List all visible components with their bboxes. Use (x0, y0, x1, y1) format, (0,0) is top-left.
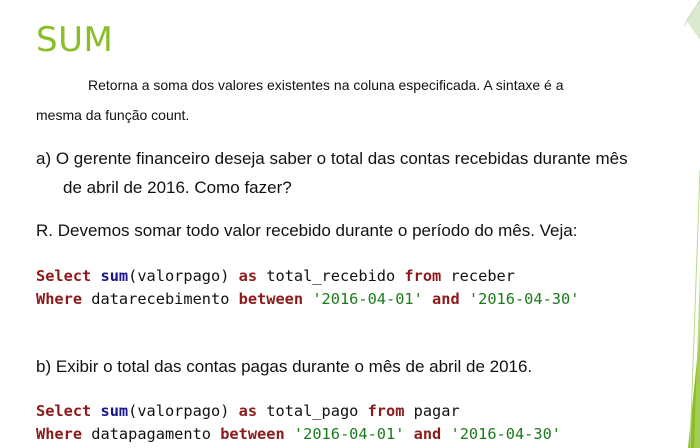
question-a-line-2: de abril de 2016. Como fazer? (63, 178, 292, 197)
answer-a: R. Devemos somar todo valor recebido dur… (36, 221, 578, 240)
question-b-marker: b) (36, 357, 52, 376)
sql-string-end-date: '2016-04-30' (468, 290, 580, 308)
question-b: b) Exibir o total das contas pagas duran… (36, 352, 532, 381)
intro-paragraph: Retorna a soma dos valores existentes na… (36, 70, 676, 130)
sql-keyword-select: Select (36, 402, 92, 420)
sql-column: datarecebimento (82, 290, 239, 308)
sql-keyword-between: between (238, 290, 304, 308)
sql-code-block-b: Select sum(valorpago) as total_pago from… (36, 400, 561, 446)
question-a: a) O gerente financeiro deseja saber o t… (36, 144, 676, 202)
sql-keyword-select: Select (36, 267, 92, 285)
question-b-text: Exibir o total das contas pagas durante … (55, 357, 533, 376)
slide-corner-decoration (684, 0, 700, 448)
slide-title: SUM (36, 20, 114, 60)
sql-table: pagar (404, 402, 460, 420)
sql-text: (valorpago) (128, 402, 239, 420)
sql-table: receber (441, 267, 515, 285)
sql-code-block-a: Select sum(valorpago) as total_recebido … (36, 265, 579, 311)
sql-alias: total_pago (257, 402, 368, 420)
sql-keyword-and: and (413, 425, 442, 443)
sql-string-start-date: '2016-04-01' (312, 290, 423, 308)
sql-function-sum: sum (100, 267, 129, 285)
intro-line-2: mesma da função count. (36, 107, 190, 123)
sql-text: (valorpago) (128, 267, 239, 285)
sql-keyword-and: and (432, 290, 460, 308)
sql-keyword-as: as (238, 402, 258, 420)
sql-string-start-date: '2016-04-01' (293, 425, 405, 443)
sql-column: datapagamento (82, 425, 221, 443)
sql-keyword-where: Where (36, 290, 83, 308)
sql-keyword-from: from (404, 267, 442, 285)
question-a-marker: a) (36, 149, 52, 168)
sql-string-end-date: '2016-04-30' (450, 425, 562, 443)
question-a-line-1: O gerente financeiro deseja saber o tota… (55, 149, 628, 168)
sql-alias: total_recebido (257, 267, 405, 285)
sql-function-sum: sum (100, 402, 129, 420)
sql-keyword-between: between (220, 425, 285, 443)
sql-keyword-as: as (238, 267, 258, 285)
sql-keyword-where: Where (36, 425, 83, 443)
intro-line-1: Retorna a soma dos valores existentes na… (88, 77, 564, 93)
sql-keyword-from: from (367, 402, 405, 420)
